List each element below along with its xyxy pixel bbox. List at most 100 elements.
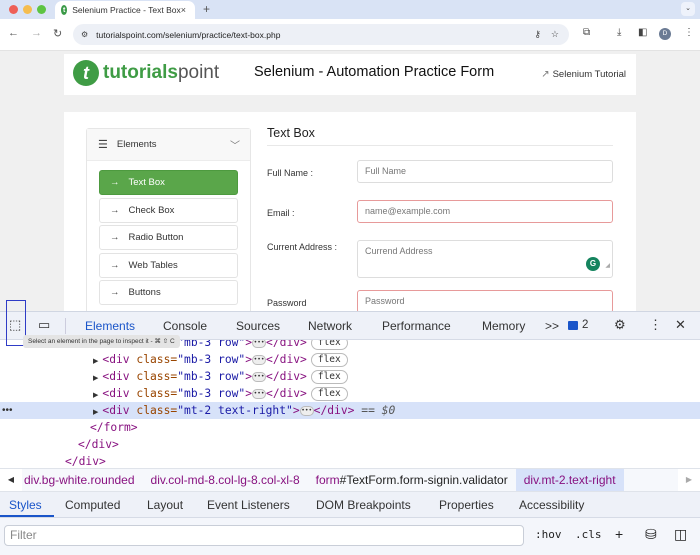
sidebar-item-radio-button[interactable]: → Radio Button bbox=[99, 225, 238, 250]
element-state-paint-icon[interactable]: ⛁ bbox=[645, 526, 657, 543]
chrome-menu-icon[interactable]: ⋮ bbox=[684, 27, 694, 38]
collapsed-ellipsis[interactable]: ••• bbox=[252, 389, 267, 399]
dom-node[interactable]: ▶ <div class="mb-3 row">•••</div>flex bbox=[0, 368, 700, 385]
dom-close-tag: </div> bbox=[266, 387, 307, 400]
breadcrumb-scroll-right-icon[interactable]: ▶ bbox=[678, 469, 700, 491]
dom-node-selected[interactable]: ••• ▶ <div class="mt-2 text-right"> ••• </d… bbox=[0, 402, 700, 419]
hov-button[interactable]: :hov bbox=[535, 528, 562, 541]
expand-triangle-icon[interactable]: ▶ bbox=[93, 358, 98, 365]
devtools-menu-icon[interactable]: ⋮ bbox=[649, 317, 662, 333]
dom-tag: > bbox=[245, 370, 253, 383]
flex-badge[interactable]: flex bbox=[310, 353, 348, 367]
cls-button[interactable]: .cls bbox=[575, 528, 602, 541]
download-icon[interactable]: ⤓ bbox=[617, 27, 621, 38]
web-page: t tutorialspoint Selenium - Automation P… bbox=[0, 51, 700, 311]
email-input[interactable]: name@example.com bbox=[357, 200, 613, 223]
subtab-properties[interactable]: Properties bbox=[439, 498, 494, 512]
side-panel-icon[interactable]: ◧ bbox=[638, 27, 647, 38]
breadcrumb-item[interactable]: div.col-md-8.col-lg-8.col-xl-8 bbox=[143, 469, 308, 491]
device-toolbar-icon[interactable]: ▭ bbox=[38, 317, 50, 333]
password-row: Password Password bbox=[267, 290, 613, 311]
selenium-tutorial-link[interactable]: ↗ Selenium Tutorial bbox=[541, 69, 626, 80]
forward-icon[interactable]: → bbox=[31, 27, 42, 39]
page-title: Selenium - Automation Practice Form bbox=[254, 64, 495, 80]
tutorialspoint-logo[interactable]: t tutorialspoint bbox=[73, 60, 219, 86]
flex-badge[interactable]: flex bbox=[310, 370, 348, 384]
sidebar-item-web-tables[interactable]: → Web Tables bbox=[99, 252, 238, 278]
sidebar-item-text-box[interactable]: → Text Box bbox=[99, 170, 238, 195]
expand-triangle-icon[interactable]: ▶ bbox=[93, 375, 98, 382]
extensions-icon[interactable]: ⧉ bbox=[583, 27, 590, 38]
node-actions-icon[interactable]: ••• bbox=[2, 402, 13, 419]
grammarly-icon[interactable]: G bbox=[586, 257, 600, 271]
logo-text-bold: tutorials bbox=[103, 62, 178, 83]
collapsed-ellipsis[interactable]: ••• bbox=[252, 340, 267, 348]
inspect-element-icon[interactable]: ⬚ bbox=[9, 317, 21, 333]
tutorialspoint-favicon-icon: t bbox=[61, 5, 68, 15]
tab-performance[interactable]: Performance bbox=[382, 319, 451, 333]
expand-triangle-icon[interactable]: ▶ bbox=[93, 409, 98, 416]
sidebar-item-label: Check Box bbox=[128, 204, 175, 216]
styles-filter-input[interactable]: Filter bbox=[4, 525, 524, 546]
close-devtools-icon[interactable]: ✕ bbox=[675, 317, 686, 333]
url-text[interactable]: tutorialspoint.com/selenium/practice/tex… bbox=[96, 30, 534, 40]
sidebar-item-check-box[interactable]: → Check Box bbox=[99, 197, 238, 223]
more-tabs-button[interactable]: >> bbox=[545, 319, 559, 333]
tab-network[interactable]: Network bbox=[308, 319, 352, 333]
subtab-accessibility[interactable]: Accessibility bbox=[519, 498, 584, 512]
flex-badge[interactable]: flex bbox=[310, 340, 348, 350]
sidebar-item-buttons[interactable]: → Buttons bbox=[99, 280, 238, 305]
profile-avatar[interactable]: D bbox=[659, 28, 671, 40]
password-input[interactable]: Password bbox=[357, 290, 613, 311]
breadcrumb-item[interactable]: form#TextForm.form-signin.validator bbox=[308, 469, 516, 491]
sidebar-item-label: Text Box bbox=[128, 177, 165, 188]
password-key-icon[interactable]: ⚷ bbox=[534, 29, 541, 40]
accordion-title: Elements bbox=[116, 139, 157, 150]
dom-node[interactable]: </form> bbox=[0, 419, 700, 436]
subtab-layout[interactable]: Layout bbox=[147, 498, 183, 512]
tab-sources[interactable]: Sources bbox=[236, 319, 280, 333]
dom-node[interactable]: </div> bbox=[0, 453, 700, 468]
close-window-button[interactable] bbox=[9, 5, 18, 14]
issues-counter[interactable]: 2 bbox=[568, 319, 588, 331]
tab-search-button[interactable]: ⌄ bbox=[681, 2, 695, 16]
toggle-sidebar-icon[interactable]: ◫ bbox=[674, 526, 687, 543]
breadcrumb-item[interactable]: div.bg-white.rounded bbox=[22, 469, 143, 491]
resize-handle-icon[interactable]: ◢ bbox=[605, 256, 610, 276]
subtab-event-listeners[interactable]: Event Listeners bbox=[207, 498, 290, 512]
expand-triangle-icon[interactable]: ▶ bbox=[93, 392, 98, 399]
subtab-computed[interactable]: Computed bbox=[65, 498, 120, 512]
back-icon[interactable]: ← bbox=[8, 27, 19, 39]
breadcrumb-item-active[interactable]: div.mt-2.text-right bbox=[515, 469, 624, 491]
address-bar[interactable]: ⚙ tutorialspoint.com/selenium/practice/t… bbox=[73, 24, 569, 45]
reload-icon[interactable]: ↻ bbox=[53, 27, 62, 40]
breadcrumb-scroll-left-icon[interactable]: ◀ bbox=[0, 469, 22, 491]
dom-node[interactable]: ▶ <div class="mb-3 row">•••</div>flex bbox=[0, 385, 700, 402]
new-tab-button[interactable]: + bbox=[203, 2, 210, 16]
minimize-window-button[interactable] bbox=[23, 5, 32, 14]
flex-badge[interactable]: flex bbox=[310, 387, 348, 401]
form-title: Text Box bbox=[267, 126, 613, 146]
email-row: Email : name@example.com bbox=[267, 200, 613, 234]
collapsed-ellipsis[interactable]: ••• bbox=[299, 406, 314, 416]
collapsed-ellipsis[interactable]: ••• bbox=[252, 372, 267, 382]
maximize-window-button[interactable] bbox=[37, 5, 46, 14]
tab-memory[interactable]: Memory bbox=[482, 319, 525, 333]
dom-tag: > bbox=[292, 404, 300, 417]
close-tab-icon[interactable]: × bbox=[181, 5, 186, 15]
tab-elements[interactable]: Elements bbox=[85, 319, 135, 333]
tab-console[interactable]: Console bbox=[163, 319, 207, 333]
collapsed-ellipsis[interactable]: ••• bbox=[252, 355, 267, 365]
subtab-dom-breakpoints[interactable]: DOM Breakpoints bbox=[316, 498, 411, 512]
elements-accordion-header[interactable]: ☰ Elements ﹀ bbox=[87, 129, 250, 161]
settings-gear-icon[interactable]: ⚙ bbox=[614, 317, 626, 333]
subtab-styles[interactable]: Styles bbox=[9, 498, 42, 512]
new-style-rule-icon[interactable]: + bbox=[615, 526, 623, 542]
dom-node[interactable]: </div> bbox=[0, 436, 700, 453]
dom-node[interactable]: ▶ <div class="mb-3 row">•••</div>flex bbox=[0, 351, 700, 368]
current-address-textarea[interactable]: Currend Address G ◢ bbox=[357, 240, 613, 278]
browser-tab[interactable]: t Selenium Practice - Text Box × bbox=[55, 1, 195, 19]
site-info-icon[interactable]: ⚙ bbox=[81, 30, 88, 39]
full-name-input[interactable]: Full Name bbox=[357, 160, 613, 183]
bookmark-star-icon[interactable]: ☆ bbox=[551, 29, 559, 40]
